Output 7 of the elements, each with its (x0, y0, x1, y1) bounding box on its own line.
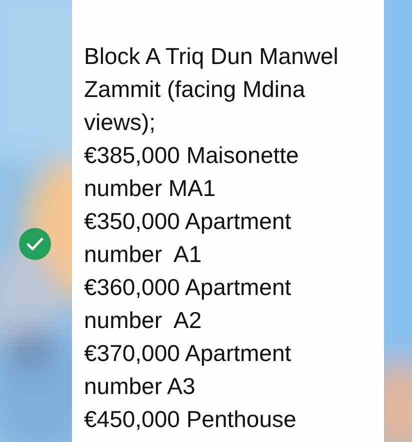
message-text: €385,000 Maisonette number MA1 (84, 141, 300, 203)
message-text: €360,000 Apartment number A2 (84, 273, 292, 335)
message-text: €450,000 Penthouse (84, 405, 298, 434)
message-text: €350,000 Apartment number A1 (84, 207, 292, 269)
checkmark-icon[interactable] (19, 228, 51, 260)
message-text: €370,000 Apartment number A3 (84, 339, 292, 401)
message-text: Block A Triq Dun Manwel Zammit (facing Mdina views); (84, 42, 340, 137)
